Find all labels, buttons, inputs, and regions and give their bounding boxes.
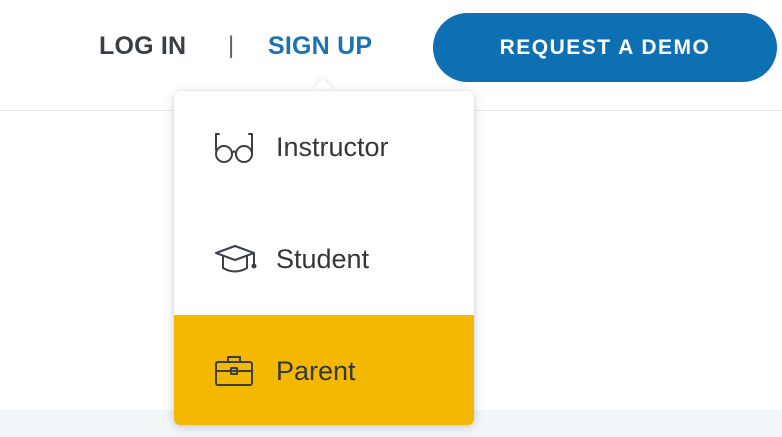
nav-separator: | — [228, 32, 235, 59]
menu-item-instructor[interactable]: Instructor — [174, 91, 474, 203]
menu-item-student[interactable]: Student — [174, 203, 474, 315]
signup-link[interactable]: SIGN UP — [268, 30, 372, 62]
request-demo-button[interactable]: REQUEST A DEMO — [433, 13, 777, 82]
menu-item-label: Parent — [276, 356, 356, 386]
glasses-icon — [214, 130, 260, 164]
signup-dropdown: Instructor Student Parent — [174, 91, 474, 425]
login-link[interactable]: LOG IN — [99, 30, 186, 62]
site-header: LOG IN | SIGN UP REQUEST A DEMO — [0, 0, 782, 92]
menu-item-label: Student — [276, 244, 370, 274]
graduation-cap-icon — [214, 242, 260, 276]
menu-item-parent[interactable]: Parent — [174, 315, 474, 425]
briefcase-icon — [214, 354, 260, 388]
menu-item-label: Instructor — [276, 132, 389, 162]
